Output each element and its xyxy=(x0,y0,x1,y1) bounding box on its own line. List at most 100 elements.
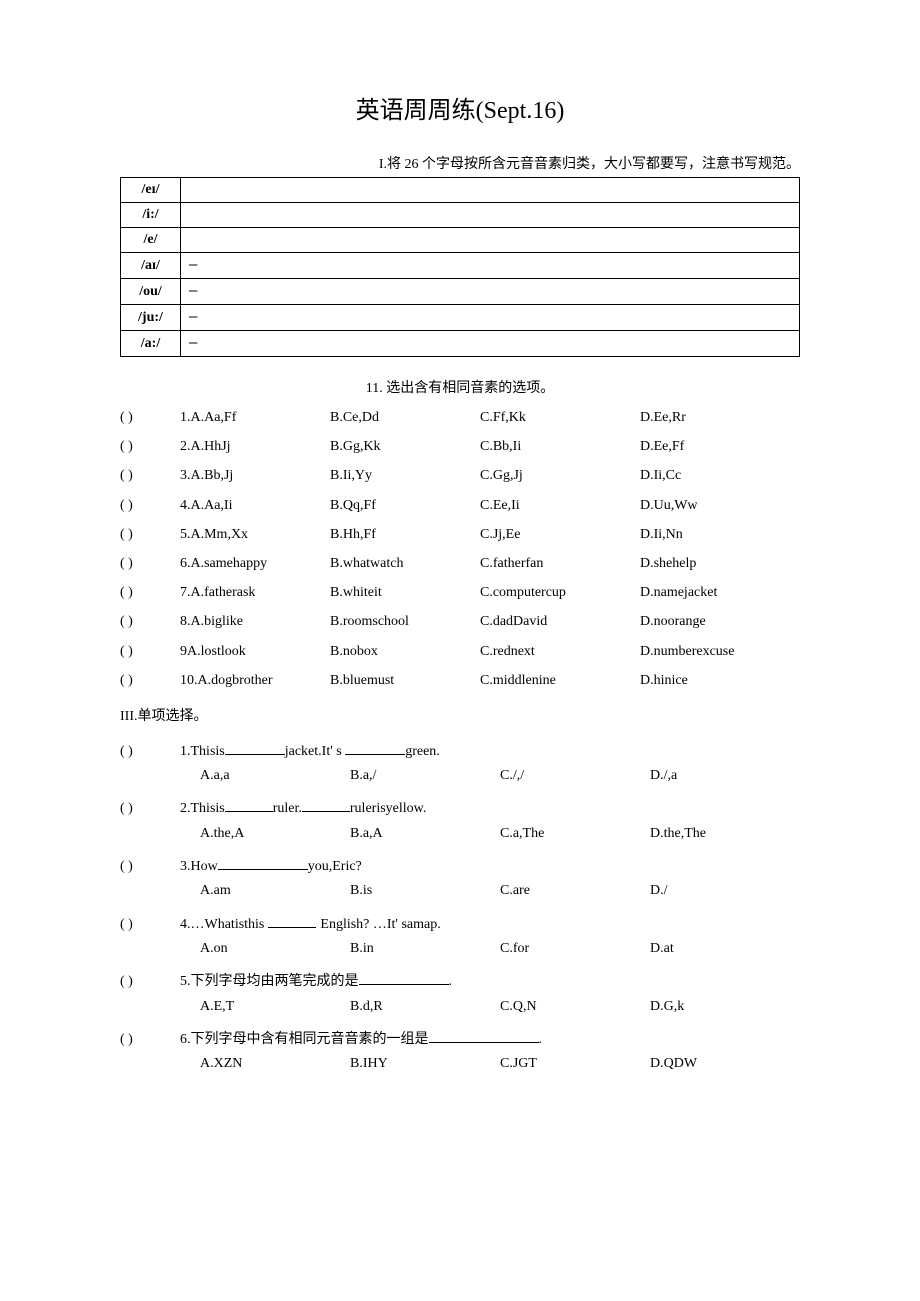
option-d: D.shehelp xyxy=(640,551,800,576)
answer-paren[interactable]: ( ) xyxy=(120,463,180,488)
answer-paren[interactable]: ( ) xyxy=(120,856,180,878)
question-stem: ( )1.Thisisjacket.It' s green. xyxy=(120,741,800,763)
question-stem: ( )5.下列字母均由两笔完成的是. xyxy=(120,971,800,993)
option-c: C.JGT xyxy=(500,1051,650,1076)
option-b: B.Hh,Ff xyxy=(330,522,480,547)
option-c: C.a,The xyxy=(500,821,650,846)
question-stem: ( )2.Thisisruler.rulerisyellow. xyxy=(120,798,800,820)
option-row: A.E,TB.d,RC.Q,ND.G,k xyxy=(200,994,800,1019)
option-c: C.Q,N xyxy=(500,994,650,1019)
option-c: C.Ff,Kk xyxy=(480,405,640,430)
option-a: A.on xyxy=(200,936,350,961)
option-b: B.a,/ xyxy=(350,763,500,788)
phonetic-label: /i:/ xyxy=(121,203,181,228)
answer-paren[interactable]: ( ) xyxy=(120,741,180,763)
table-row: /i:/ xyxy=(121,203,800,228)
answer-paren[interactable]: ( ) xyxy=(120,522,180,547)
answer-paren[interactable]: ( ) xyxy=(120,668,180,693)
answer-paren[interactable]: ( ) xyxy=(120,580,180,605)
option-row: A.the,AB.a,AC.a,TheD.the,The xyxy=(200,821,800,846)
option-b: B.Gg,Kk xyxy=(330,434,480,459)
option-d: D.Uu,Ww xyxy=(640,493,800,518)
phonetics-table: /eɪ/ /i:/ /e/ /aɪ/— /ou/— /ju:/— /a:/— xyxy=(120,177,800,357)
mc-question-block: ( )5.下列字母均由两笔完成的是.A.E,TB.d,RC.Q,ND.G,k xyxy=(120,971,800,1019)
answer-paren[interactable]: ( ) xyxy=(120,405,180,430)
option-d: D.Ee,Ff xyxy=(640,434,800,459)
phonetic-entry[interactable]: — xyxy=(181,253,800,279)
mc-question-block: ( )4.…WhatisthisEnglish? …It' samap.A.on… xyxy=(120,914,800,962)
phonetic-label: /e/ xyxy=(121,228,181,253)
option-a: 5.A.Mm,Xx xyxy=(180,522,330,547)
stem-text: 3.Howyou,Eric? xyxy=(180,856,362,878)
section2-list: ( )1.A.Aa,FfB.Ce,DdC.Ff,KkD.Ee,Rr( )2.A.… xyxy=(120,405,800,693)
answer-paren[interactable]: ( ) xyxy=(120,551,180,576)
mc-question-row: ( )7.A.fatheraskB.whiteitC.computercupD.… xyxy=(120,580,800,605)
stem-text: 6.下列字母中含有相同元音音素的一组是. xyxy=(180,1029,542,1051)
option-c: C.Ee,Ii xyxy=(480,493,640,518)
phonetic-entry[interactable] xyxy=(181,178,800,203)
option-b: B.whiteit xyxy=(330,580,480,605)
option-d: D.at xyxy=(650,936,800,961)
option-d: D.numberexcuse xyxy=(640,639,800,664)
option-a: 3.A.Bb,Jj xyxy=(180,463,330,488)
phonetic-entry[interactable] xyxy=(181,228,800,253)
phonetic-entry[interactable]: — xyxy=(181,279,800,305)
option-a: 6.A.samehappy xyxy=(180,551,330,576)
option-d: D./,a xyxy=(650,763,800,788)
option-b: B.a,A xyxy=(350,821,500,846)
mc-question-block: ( )1.Thisisjacket.It' s green.A.a,aB.a,/… xyxy=(120,741,800,789)
mc-question-row: ( )3.A.Bb,JjB.Ii,YyC.Gg,JjD.Ii,Cc xyxy=(120,463,800,488)
answer-paren[interactable]: ( ) xyxy=(120,1029,180,1051)
option-c: C.middlenine xyxy=(480,668,640,693)
question-stem: ( )3.Howyou,Eric? xyxy=(120,856,800,878)
option-d: D.G,k xyxy=(650,994,800,1019)
option-c: C.are xyxy=(500,878,650,903)
mc-question-block: ( )2.Thisisruler.rulerisyellow.A.the,AB.… xyxy=(120,798,800,846)
phonetic-label: /a:/ xyxy=(121,331,181,357)
answer-paren[interactable]: ( ) xyxy=(120,639,180,664)
stem-text: 2.Thisisruler.rulerisyellow. xyxy=(180,798,426,820)
option-b: B.in xyxy=(350,936,500,961)
option-a: A.E,T xyxy=(200,994,350,1019)
option-b: B.IHY xyxy=(350,1051,500,1076)
answer-paren[interactable]: ( ) xyxy=(120,609,180,634)
option-a: 1.A.Aa,Ff xyxy=(180,405,330,430)
option-a: A.XZN xyxy=(200,1051,350,1076)
phonetic-entry[interactable]: — xyxy=(181,331,800,357)
section3-title: III.单项选择。 xyxy=(120,705,800,725)
answer-paren[interactable]: ( ) xyxy=(120,798,180,820)
mc-question-block: ( )3.Howyou,Eric?A.amB.isC.areD./ xyxy=(120,856,800,904)
option-b: B.whatwatch xyxy=(330,551,480,576)
table-row: /ju:/— xyxy=(121,305,800,331)
phonetic-entry[interactable]: — xyxy=(181,305,800,331)
option-a: A.am xyxy=(200,878,350,903)
mc-question-row: ( )1.A.Aa,FfB.Ce,DdC.Ff,KkD.Ee,Rr xyxy=(120,405,800,430)
mc-question-row: ( )10.A.dogbrotherB.bluemustC.middlenine… xyxy=(120,668,800,693)
answer-paren[interactable]: ( ) xyxy=(120,493,180,518)
option-c: C.Bb,Ii xyxy=(480,434,640,459)
option-a: 10.A.dogbrother xyxy=(180,668,330,693)
table-row: /e/ xyxy=(121,228,800,253)
option-b: B.Qq,Ff xyxy=(330,493,480,518)
mc-question-row: ( )8.A.biglikeB.roomschoolC.dadDavidD.no… xyxy=(120,609,800,634)
option-c: C.Jj,Ee xyxy=(480,522,640,547)
option-d: D.Ii,Cc xyxy=(640,463,800,488)
option-c: C.computercup xyxy=(480,580,640,605)
phonetic-entry[interactable] xyxy=(181,203,800,228)
option-b: B.is xyxy=(350,878,500,903)
option-c: C.fatherfan xyxy=(480,551,640,576)
option-d: D.hinice xyxy=(640,668,800,693)
question-stem: ( )4.…WhatisthisEnglish? …It' samap. xyxy=(120,914,800,936)
option-d: D.QDW xyxy=(650,1051,800,1076)
answer-paren[interactable]: ( ) xyxy=(120,971,180,993)
stem-text: 4.…WhatisthisEnglish? …It' samap. xyxy=(180,914,441,936)
option-d: D.noorange xyxy=(640,609,800,634)
mc-question-row: ( )4.A.Aa,IiB.Qq,FfC.Ee,IiD.Uu,Ww xyxy=(120,493,800,518)
answer-paren[interactable]: ( ) xyxy=(120,434,180,459)
answer-paren[interactable]: ( ) xyxy=(120,914,180,936)
option-d: D.Ee,Rr xyxy=(640,405,800,430)
option-c: C.rednext xyxy=(480,639,640,664)
table-row: /a:/— xyxy=(121,331,800,357)
option-c: C.for xyxy=(500,936,650,961)
option-row: A.onB.inC.forD.at xyxy=(200,936,800,961)
